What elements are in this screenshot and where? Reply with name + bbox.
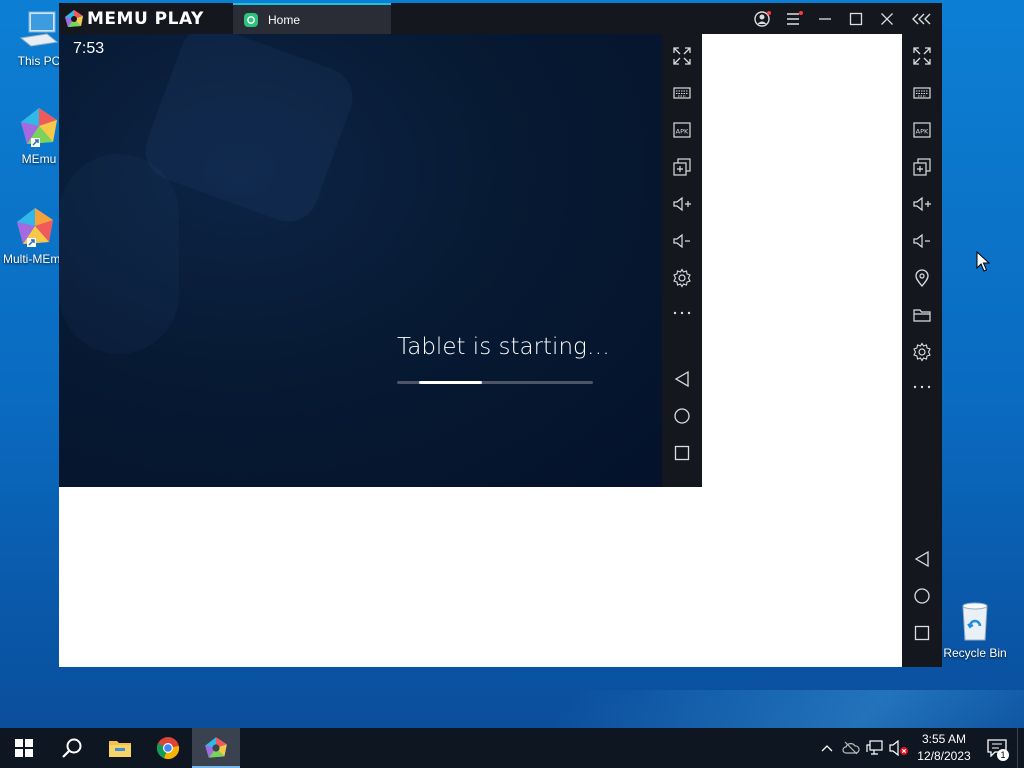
chrome-icon[interactable] [144, 728, 192, 768]
menu-icon[interactable] [778, 3, 809, 34]
minimize-icon[interactable] [809, 3, 840, 34]
more-icon[interactable] [902, 372, 942, 402]
tab-label: Home [268, 12, 301, 27]
start-icon[interactable] [0, 728, 48, 768]
recycle-bin-icon [953, 600, 997, 644]
boot-status-text: Tablet is starting… [397, 334, 610, 360]
android-clock: 7:53 [73, 40, 105, 57]
boot-progress-bar [397, 381, 593, 384]
account-icon[interactable] [747, 3, 778, 34]
maximize-icon[interactable] [840, 3, 871, 34]
outer-toolbar: APK [902, 34, 942, 667]
svg-text:APK: APK [676, 128, 689, 136]
keyboard-icon[interactable] [662, 78, 702, 108]
android-home-icon [244, 12, 258, 27]
settings-icon[interactable] [902, 337, 942, 367]
volume-down-icon[interactable] [902, 226, 942, 256]
desktop-icon-recycle-bin[interactable]: Recycle Bin [940, 600, 1010, 660]
back-icon[interactable] [662, 364, 702, 394]
folder-icon[interactable] [902, 300, 942, 330]
recents-icon[interactable] [902, 618, 942, 648]
chevron-up-icon[interactable] [815, 728, 839, 768]
apk-icon[interactable]: APK [662, 115, 702, 145]
file-explorer-icon[interactable] [96, 728, 144, 768]
location-icon[interactable] [902, 263, 942, 293]
taskbar: 3:55 AM 12/8/2023 1 [0, 728, 1024, 768]
wallpaper-shape [59, 154, 179, 354]
multi-window-icon[interactable] [902, 152, 942, 182]
volume-up-icon[interactable] [662, 189, 702, 219]
memu-window: MEMU PLAY Home 7:53 Tablet is starting… … [59, 3, 942, 667]
network-icon[interactable] [863, 728, 887, 768]
memu-icon [17, 106, 61, 150]
computer-icon [17, 8, 61, 52]
notification-center-icon[interactable]: 1 [977, 728, 1017, 768]
apk-icon[interactable]: APK [902, 115, 942, 145]
recents-icon[interactable] [662, 438, 702, 468]
memu-taskbar-icon[interactable] [192, 728, 240, 768]
back-icon[interactable] [902, 544, 942, 574]
svg-text:APK: APK [916, 128, 929, 136]
collapse-toolbar-icon[interactable] [902, 3, 942, 34]
volume-up-icon[interactable] [902, 189, 942, 219]
more-icon[interactable] [662, 298, 702, 328]
home-icon[interactable] [662, 401, 702, 431]
inner-toolbar: APK [662, 34, 702, 487]
keyboard-icon[interactable] [902, 78, 942, 108]
volume-muted-icon[interactable] [887, 728, 911, 768]
fullscreen-icon[interactable] [662, 41, 702, 71]
volume-down-icon[interactable] [662, 226, 702, 256]
memu-logo-icon [65, 9, 83, 27]
onedrive-offline-icon[interactable] [839, 728, 863, 768]
memu-brand: MEMU PLAY [64, 3, 204, 34]
multi-memu-icon [13, 206, 57, 250]
notification-badge: 1 [997, 749, 1009, 761]
home-icon[interactable] [902, 581, 942, 611]
clock-date: 12/8/2023 [917, 749, 971, 763]
system-tray: 3:55 AM 12/8/2023 1 [815, 728, 1024, 768]
memu-titlebar[interactable]: MEMU PLAY Home [59, 3, 942, 34]
multi-window-icon[interactable] [662, 152, 702, 182]
memu-brand-text: MEMU PLAY [87, 8, 204, 29]
android-screen[interactable]: 7:53 Tablet is starting… [59, 34, 662, 487]
search-icon[interactable] [48, 728, 96, 768]
mouse-cursor-icon [976, 251, 990, 272]
settings-icon[interactable] [662, 263, 702, 293]
clock-time: 3:55 AM [921, 732, 967, 746]
tab-home[interactable]: Home [233, 3, 391, 34]
taskbar-clock[interactable]: 3:55 AM 12/8/2023 [911, 731, 977, 765]
fullscreen-icon[interactable] [902, 41, 942, 71]
show-desktop-button[interactable] [1017, 728, 1024, 768]
boot-progress-fill [419, 381, 482, 384]
window-controls [747, 3, 942, 34]
desktop-icon-label: Recycle Bin [943, 646, 1007, 660]
close-icon[interactable] [871, 3, 902, 34]
